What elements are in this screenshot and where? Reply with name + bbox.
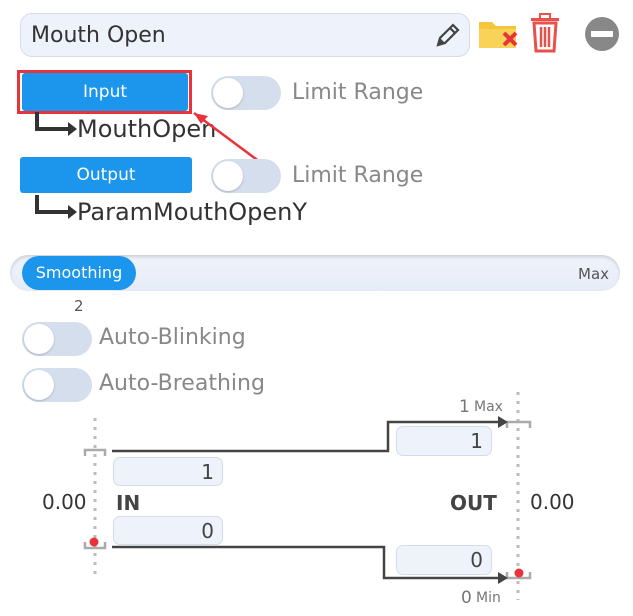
- in-current-value: 0.00: [42, 490, 87, 514]
- out-max-word: Max: [474, 399, 503, 415]
- in-max-input[interactable]: 1: [113, 457, 223, 486]
- out-min-number: 0: [461, 588, 472, 608]
- out-min-word: Min: [476, 590, 501, 606]
- mapping-diagram: [83, 392, 532, 600]
- in-min-input[interactable]: 0: [113, 516, 223, 545]
- out-min-input[interactable]: 0: [396, 545, 492, 575]
- in-label: IN: [116, 491, 141, 515]
- out-max-number: 1: [459, 397, 470, 417]
- out-label: OUT: [450, 491, 497, 515]
- out-current-value: 0.00: [530, 490, 575, 514]
- out-max-input[interactable]: 1: [396, 426, 492, 456]
